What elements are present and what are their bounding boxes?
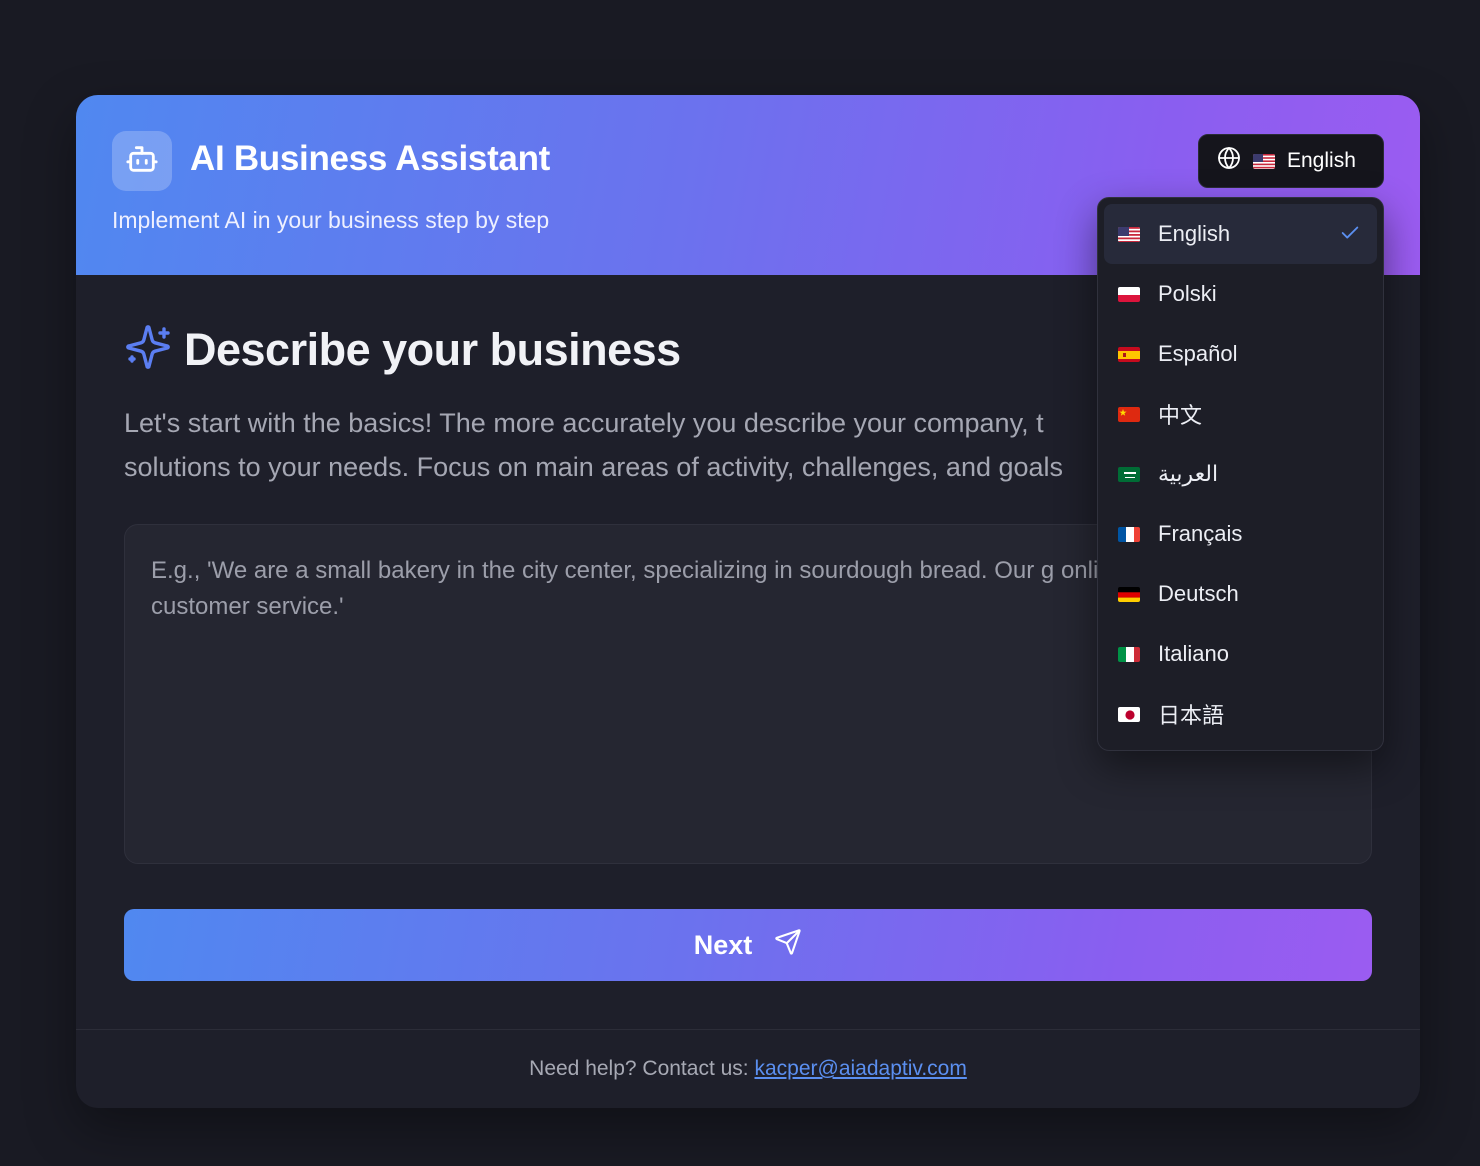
intro-line: solutions to your needs. Focus on main a… bbox=[124, 452, 1064, 482]
check-icon bbox=[1339, 222, 1361, 250]
language-option-arabic[interactable]: العربية bbox=[1104, 444, 1377, 504]
send-icon bbox=[774, 928, 802, 963]
language-option-deutsch[interactable]: Deutsch bbox=[1104, 564, 1377, 624]
language-option-italiano[interactable]: Italiano bbox=[1104, 624, 1377, 684]
language-option-label: Italiano bbox=[1158, 641, 1229, 666]
jp-flag-icon bbox=[1118, 706, 1140, 722]
language-menu: English Polski Español 中文 العربية França… bbox=[1097, 197, 1384, 751]
cn-flag-icon bbox=[1118, 406, 1140, 422]
language-option-label: العربية bbox=[1158, 461, 1219, 486]
contact-email-link[interactable]: kacper@aiadaptiv.com bbox=[754, 1057, 966, 1080]
language-option-espanol[interactable]: Español bbox=[1104, 324, 1377, 384]
sa-flag-icon bbox=[1118, 466, 1140, 482]
current-language-label: English bbox=[1287, 149, 1356, 172]
next-button-label: Next bbox=[693, 929, 753, 960]
intro-line: Let's start with the basics! The more ac… bbox=[124, 408, 1044, 438]
footer: Need help? Contact us: kacper@aiadaptiv.… bbox=[76, 1057, 1420, 1081]
logo bbox=[112, 131, 172, 191]
sparkles-icon bbox=[124, 323, 172, 376]
language-option-label: Polski bbox=[1158, 281, 1217, 306]
fr-flag-icon bbox=[1118, 526, 1140, 542]
language-option-label: 日本語 bbox=[1158, 703, 1225, 728]
language-option-francais[interactable]: Français bbox=[1104, 504, 1377, 564]
language-option-label: Deutsch bbox=[1158, 581, 1239, 606]
robot-icon bbox=[125, 142, 159, 181]
language-option-japanese[interactable]: 日本語 bbox=[1104, 684, 1377, 744]
section-heading: Describe your business bbox=[124, 323, 681, 376]
pl-flag-icon bbox=[1118, 286, 1140, 302]
app-title: AI Business Assistant bbox=[190, 139, 551, 178]
language-option-label: Español bbox=[1158, 341, 1238, 366]
language-option-label: 中文 bbox=[1158, 403, 1203, 428]
footer-divider bbox=[76, 1029, 1420, 1030]
language-option-polski[interactable]: Polski bbox=[1104, 264, 1377, 324]
it-flag-icon bbox=[1118, 646, 1140, 662]
language-selector-button[interactable]: English bbox=[1198, 134, 1384, 188]
next-button[interactable]: Next bbox=[124, 909, 1372, 981]
es-flag-icon bbox=[1118, 346, 1140, 362]
language-option-chinese[interactable]: 中文 bbox=[1104, 384, 1377, 444]
globe-icon bbox=[1217, 146, 1241, 176]
page-title: Describe your business bbox=[184, 323, 681, 375]
language-option-english[interactable]: English bbox=[1104, 204, 1377, 264]
intro-text: Let's start with the basics! The more ac… bbox=[124, 401, 1224, 489]
language-option-label: Français bbox=[1158, 521, 1243, 546]
language-option-label: English bbox=[1158, 221, 1231, 246]
de-flag-icon bbox=[1118, 586, 1140, 602]
us-flag-icon bbox=[1118, 226, 1140, 242]
app-subtitle: Implement AI in your business step by st… bbox=[112, 207, 550, 233]
us-flag-icon bbox=[1253, 153, 1275, 169]
help-text: Need help? Contact us: bbox=[529, 1057, 749, 1080]
